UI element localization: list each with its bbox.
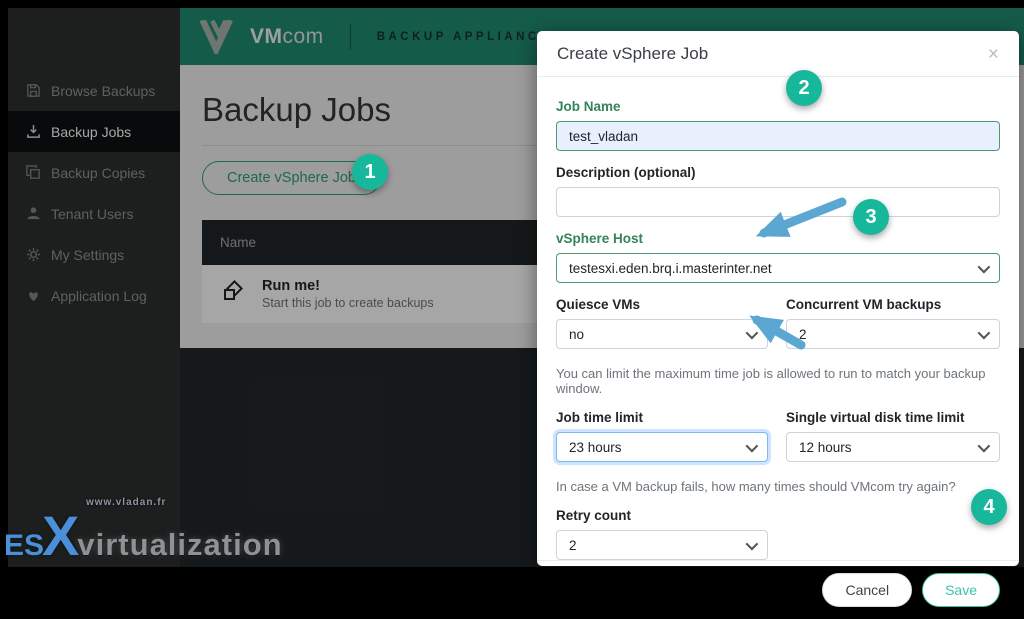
modal-body: Job Name Description (optional) vSphere …	[537, 77, 1019, 560]
cancel-button[interactable]: Cancel	[822, 573, 913, 607]
create-vsphere-job-modal: Create vSphere Job × Job Name Descriptio…	[537, 31, 1019, 607]
concurrent-backups-value: 2	[799, 326, 807, 342]
save-button[interactable]: Save	[922, 573, 1000, 607]
watermark-virtualization: virtualization	[77, 527, 283, 562]
close-icon[interactable]: ×	[988, 45, 999, 64]
vsphere-host-label: vSphere Host	[556, 231, 644, 246]
modal-header: Create vSphere Job ×	[537, 31, 1019, 77]
chevron-down-icon	[745, 326, 759, 339]
description-label: Description (optional)	[556, 165, 696, 180]
concurrent-backups-select[interactable]: 2	[786, 319, 1000, 349]
time-limit-note: You can limit the maximum time job is al…	[556, 366, 986, 396]
watermark-url: www.vladan.fr	[86, 497, 167, 508]
retry-count-label: Retry count	[556, 508, 632, 523]
time-limits-row: Job time limit 23 hours Single virtual d…	[556, 396, 1000, 462]
vsphere-host-select[interactable]: testesxi.eden.brq.i.masterinter.net	[556, 253, 1000, 283]
quiesce-vms-label: Quiesce VMs	[556, 297, 641, 312]
vsphere-host-value: testesxi.eden.brq.i.masterinter.net	[569, 260, 772, 276]
quiesce-concurrent-row: Quiesce VMs no Concurrent VM backups 2	[556, 283, 1000, 349]
disk-time-limit-label: Single virtual disk time limit	[786, 410, 965, 425]
description-input[interactable]	[556, 187, 1000, 217]
retry-count-select[interactable]: 2	[556, 530, 768, 560]
chevron-down-icon	[745, 537, 759, 550]
chevron-down-icon	[977, 326, 991, 339]
job-time-limit-value: 23 hours	[569, 439, 622, 455]
disk-time-limit-select[interactable]: 12 hours	[786, 432, 1000, 462]
retry-count-value: 2	[569, 537, 577, 553]
chevron-down-icon	[977, 260, 991, 273]
quiesce-vms-value: no	[569, 326, 585, 342]
concurrent-backups-label: Concurrent VM backups	[786, 297, 942, 312]
retry-note: In case a VM backup fails, how many time…	[556, 479, 956, 494]
disk-time-limit-value: 12 hours	[799, 439, 852, 455]
watermark-x: X	[42, 504, 80, 567]
job-time-limit-select[interactable]: 23 hours	[556, 432, 768, 462]
job-name-label: Job Name	[556, 99, 621, 114]
esx-virtualization-watermark: www.vladan.fr ES Xvirtualization	[4, 498, 283, 564]
chevron-down-icon	[977, 439, 991, 452]
watermark-es: ES	[4, 529, 45, 562]
modal-footer: Cancel Save	[537, 560, 1019, 619]
quiesce-vms-select[interactable]: no	[556, 319, 768, 349]
modal-title: Create vSphere Job	[557, 44, 709, 63]
job-name-input[interactable]	[556, 121, 1000, 151]
job-time-limit-label: Job time limit	[556, 410, 644, 425]
chevron-down-icon	[745, 439, 759, 452]
